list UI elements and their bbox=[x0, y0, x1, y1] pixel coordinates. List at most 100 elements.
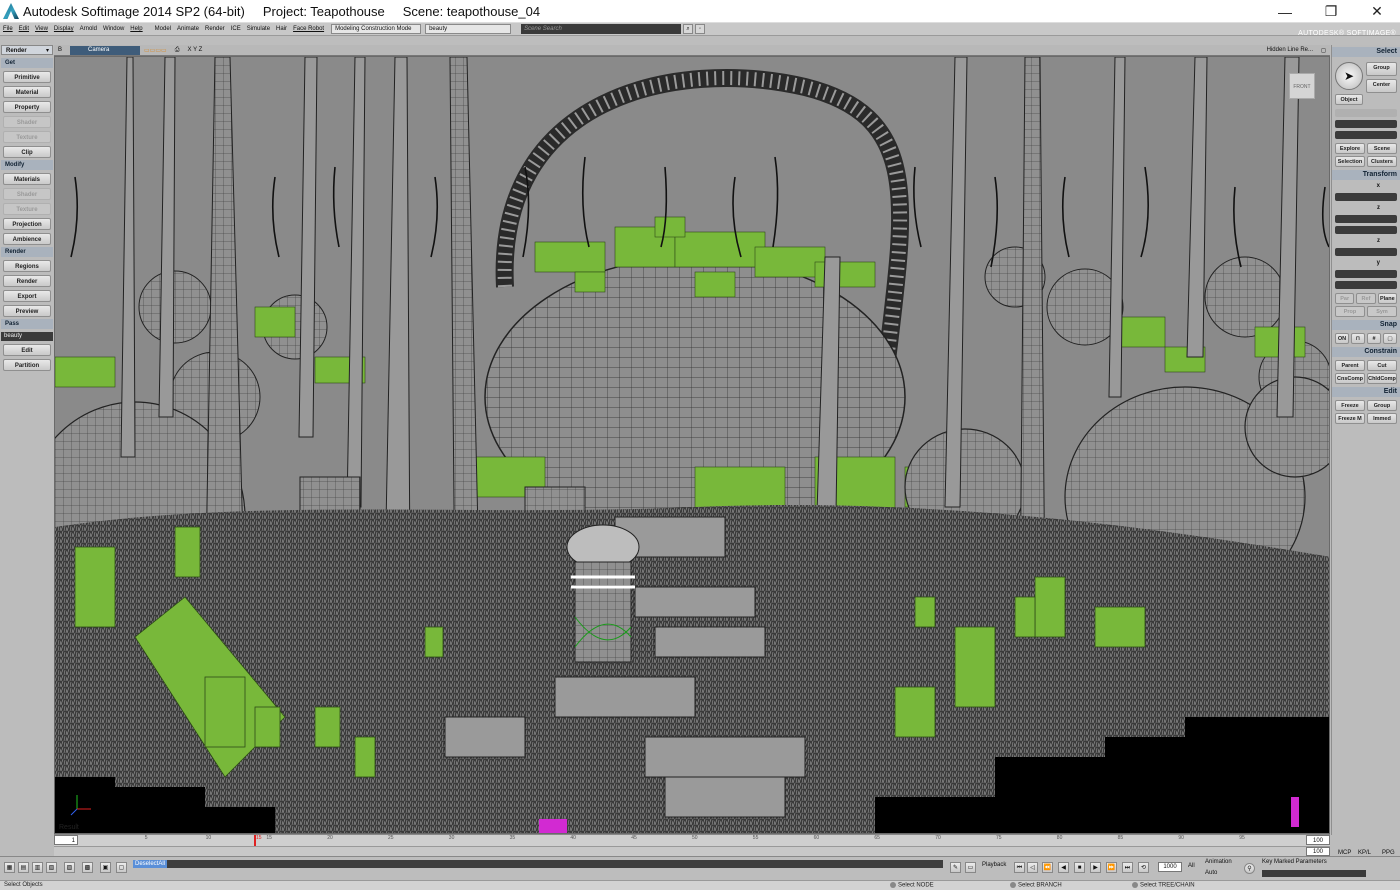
snap-options-icon[interactable]: ▢ bbox=[1383, 333, 1397, 344]
par-button[interactable]: Par bbox=[1335, 293, 1355, 304]
snap-magnet-icon[interactable]: ⊓ bbox=[1351, 333, 1365, 344]
command-line-input[interactable]: DeselectAll bbox=[133, 860, 943, 868]
playback-label[interactable]: Playback bbox=[982, 862, 1006, 868]
select-arrow-icon[interactable]: ➤ bbox=[1335, 62, 1363, 90]
transform-z-field[interactable] bbox=[1335, 215, 1397, 223]
prev-frame-icon[interactable]: ⏪ bbox=[1042, 862, 1053, 873]
minimize-button[interactable]: — bbox=[1262, 0, 1308, 23]
group-button[interactable]: Group bbox=[1367, 400, 1397, 411]
transform-x-field[interactable] bbox=[1335, 193, 1397, 201]
object-select-button[interactable]: Object bbox=[1335, 94, 1363, 105]
stop-icon[interactable]: ■ bbox=[1074, 862, 1085, 873]
menu-hair[interactable]: Hair bbox=[273, 26, 290, 32]
parent-button[interactable]: Parent bbox=[1335, 360, 1365, 371]
selection-field[interactable] bbox=[1335, 120, 1397, 128]
last-frame-icon[interactable]: ⏭ bbox=[1122, 862, 1133, 873]
menu-simulate[interactable]: Simulate bbox=[244, 26, 273, 32]
filter-icon[interactable]: ◦ bbox=[695, 24, 706, 34]
auto-label[interactable]: Auto bbox=[1205, 870, 1217, 876]
play-icon[interactable]: ▶ bbox=[1090, 862, 1101, 873]
kpl-tab[interactable]: KP/L bbox=[1358, 850, 1371, 856]
texture-button[interactable]: Texture bbox=[3, 131, 51, 143]
plane-button[interactable]: Plane bbox=[1377, 293, 1397, 304]
material-button[interactable]: Material bbox=[3, 86, 51, 98]
camera-dropdown[interactable]: Camera bbox=[70, 45, 141, 55]
menu-animate[interactable]: Animate bbox=[174, 26, 202, 32]
animation-label[interactable]: Animation bbox=[1205, 859, 1232, 865]
center-select-button[interactable]: Center bbox=[1366, 79, 1397, 93]
primitive-button[interactable]: Primitive bbox=[3, 71, 51, 83]
scene-button[interactable]: Scene bbox=[1367, 143, 1397, 154]
camera-icon[interactable]: ⎙ bbox=[171, 47, 184, 54]
modify-texture-button[interactable]: Texture bbox=[3, 203, 51, 215]
menu-arnold[interactable]: Arnold bbox=[77, 26, 100, 32]
next-frame-icon[interactable]: ⏩ bbox=[1106, 862, 1117, 873]
selection-button[interactable]: Selection bbox=[1335, 156, 1365, 167]
layout-icon-8[interactable]: ▢ bbox=[116, 862, 127, 873]
menu-face-robot[interactable]: Face Robot bbox=[290, 26, 327, 32]
freeze-m-button[interactable]: Freeze M bbox=[1335, 413, 1365, 424]
clusters-button[interactable]: Clusters bbox=[1367, 156, 1397, 167]
key-icon[interactable]: ⚲ bbox=[1244, 863, 1255, 874]
display-mode-dropdown[interactable]: Hidden Line Re... bbox=[1263, 47, 1317, 53]
menu-edit[interactable]: Edit bbox=[16, 26, 32, 32]
key-marked-field[interactable] bbox=[1262, 870, 1366, 877]
ambience-button[interactable]: Ambience bbox=[3, 233, 51, 245]
prop-button[interactable]: Prop bbox=[1335, 306, 1365, 317]
transform-field-3[interactable] bbox=[1335, 226, 1397, 234]
render-button[interactable]: Render bbox=[3, 275, 51, 287]
loop-icon[interactable]: ⟲ bbox=[1138, 862, 1149, 873]
layout-icon-2[interactable]: ▤ bbox=[18, 862, 29, 873]
pass-dropdown[interactable]: beauty bbox=[425, 24, 512, 34]
menu-render[interactable]: Render bbox=[202, 26, 228, 32]
viewport-toggle-icons[interactable]: ▭▭▭▭ bbox=[140, 47, 171, 54]
preview-button[interactable]: Preview bbox=[3, 305, 51, 317]
export-button[interactable]: Export bbox=[3, 290, 51, 302]
projection-button[interactable]: Projection bbox=[3, 218, 51, 230]
menu-view[interactable]: View bbox=[32, 26, 51, 32]
current-pass-field[interactable]: beauty bbox=[1, 332, 53, 341]
snap-grid-icon[interactable]: # bbox=[1367, 333, 1381, 344]
materials-button[interactable]: Materials bbox=[3, 173, 51, 185]
layout-icon-7[interactable]: ▣ bbox=[100, 862, 111, 873]
group-select-button[interactable]: Group bbox=[1366, 62, 1397, 76]
transform-z2-field[interactable] bbox=[1335, 248, 1397, 256]
close-button[interactable]: ✕ bbox=[1354, 0, 1400, 23]
regions-button[interactable]: Regions bbox=[3, 260, 51, 272]
layout-icon-5[interactable]: ▨ bbox=[64, 862, 75, 873]
module-selector[interactable]: Render ▾ bbox=[1, 45, 53, 55]
freeze-button[interactable]: Freeze bbox=[1335, 400, 1365, 411]
selection-field-2[interactable] bbox=[1335, 131, 1397, 139]
explore-button[interactable]: Explore bbox=[1335, 143, 1365, 154]
menu-model[interactable]: Model bbox=[152, 26, 174, 32]
select-filter-field[interactable] bbox=[1335, 109, 1397, 117]
timeline[interactable]: 1 5 10 15 20 25 30 35 40 45 50 55 60 65 70 75 80 85 90 95 … bbox=[54, 834, 1330, 846]
sym-button[interactable]: Sym bbox=[1367, 306, 1397, 317]
shader-button[interactable]: Shader bbox=[3, 116, 51, 128]
navigation-cube[interactable]: FRONT bbox=[1289, 73, 1315, 99]
property-button[interactable]: Property bbox=[3, 101, 51, 113]
all-label[interactable]: All bbox=[1188, 863, 1195, 869]
pass-edit-button[interactable]: Edit bbox=[3, 344, 51, 356]
timeline-range-end-field[interactable]: 100 bbox=[1306, 847, 1330, 856]
frame-rate-field[interactable]: 1000 bbox=[1158, 862, 1182, 872]
maximize-viewport-icon[interactable]: ◻ bbox=[1317, 47, 1330, 54]
prev-key-icon[interactable]: ◁ bbox=[1027, 862, 1038, 873]
mcp-tab[interactable]: MCP bbox=[1338, 850, 1351, 856]
menu-help[interactable]: Help bbox=[127, 26, 145, 32]
timeline-end-field[interactable]: 100 bbox=[1306, 835, 1330, 845]
menu-ice[interactable]: ICE bbox=[228, 26, 244, 32]
3d-viewport[interactable]: FRONT Result bbox=[54, 56, 1330, 834]
ppg-tab[interactable]: PPG bbox=[1382, 850, 1395, 856]
layout-icon-4[interactable]: ▧ bbox=[46, 862, 57, 873]
ref-button[interactable]: Ref bbox=[1356, 293, 1376, 304]
menu-file[interactable]: File bbox=[0, 26, 16, 32]
menu-display[interactable]: Display bbox=[51, 26, 77, 32]
clip-button[interactable]: Clip bbox=[3, 146, 51, 158]
partition-button[interactable]: Partition bbox=[3, 359, 51, 371]
script-editor-icon[interactable]: ▭ bbox=[965, 862, 976, 873]
modify-shader-button[interactable]: Shader bbox=[3, 188, 51, 200]
cut-button[interactable]: Cut bbox=[1367, 360, 1397, 371]
immed-button[interactable]: Immed bbox=[1367, 413, 1397, 424]
script-icon[interactable]: ✎ bbox=[950, 862, 961, 873]
